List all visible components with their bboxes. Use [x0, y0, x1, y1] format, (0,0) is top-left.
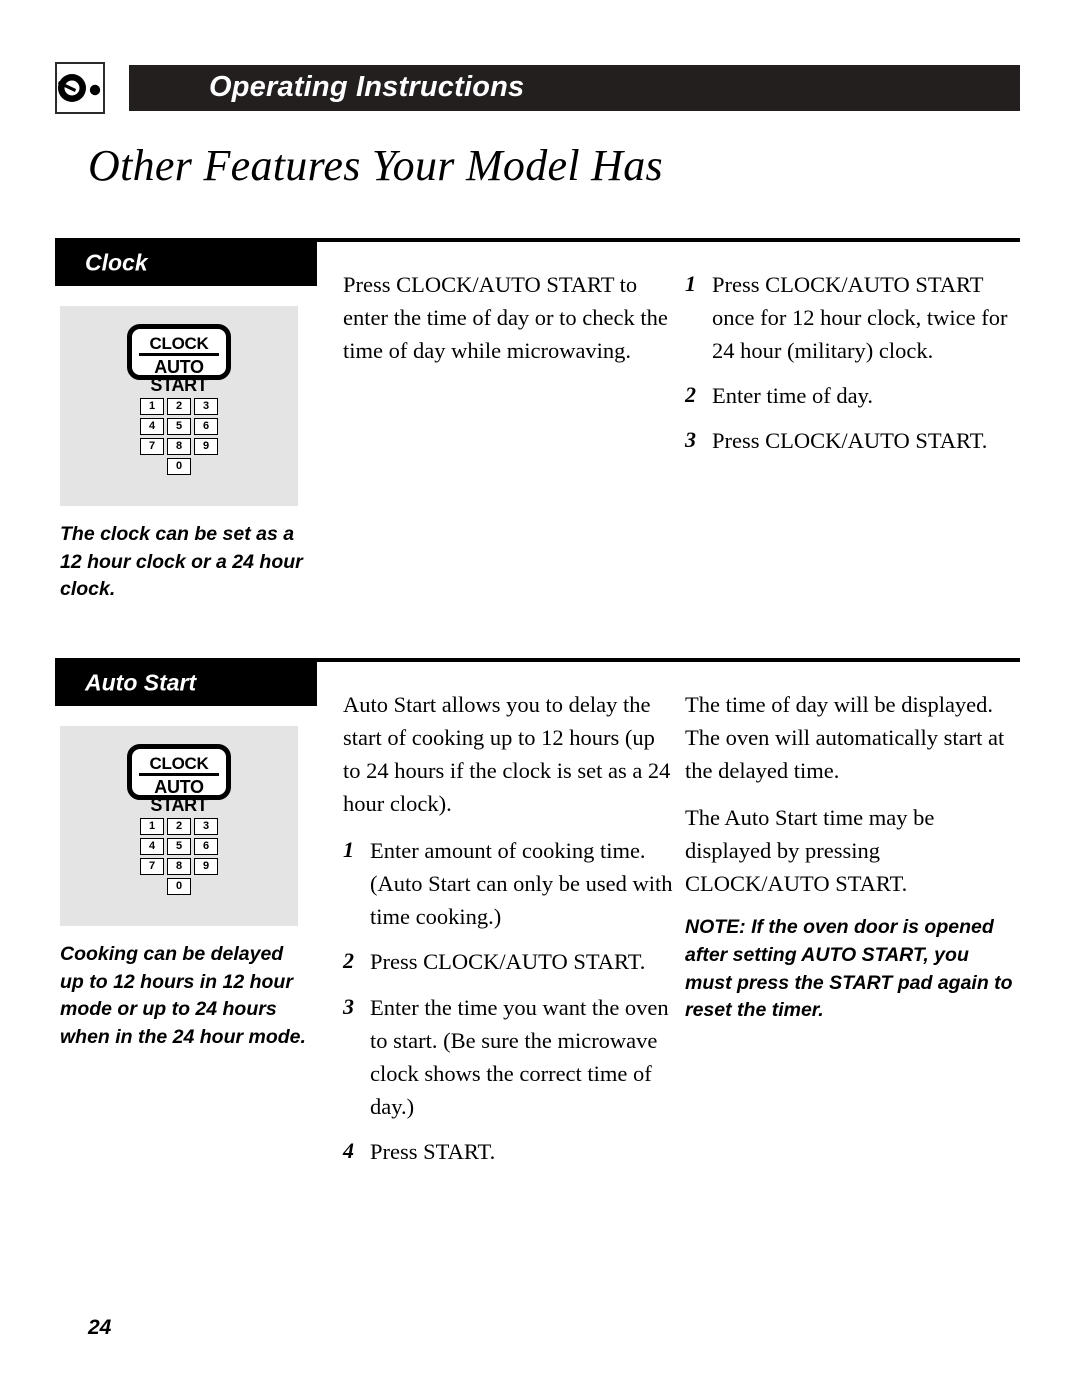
- step-number: 3: [343, 993, 354, 1019]
- step-item: 4 Press START.: [343, 1135, 673, 1168]
- key-0[interactable]: 0: [167, 458, 191, 475]
- column-middle-auto-start: Auto Start allows you to delay the start…: [343, 688, 673, 1168]
- keypad-row: 1 2 3: [140, 398, 218, 415]
- header-band-title: Operating Instructions: [209, 70, 525, 103]
- section-tab-label: Clock: [85, 249, 148, 276]
- key-6[interactable]: 6: [194, 838, 218, 855]
- step-list: 1 Enter amount of cooking time. (Auto St…: [343, 834, 673, 1168]
- step-number: 2: [685, 382, 696, 408]
- pad-divider: [139, 773, 219, 776]
- step-text: Enter time of day.: [712, 383, 873, 409]
- key-9[interactable]: 9: [194, 438, 218, 455]
- column-middle-clock: Press CLOCK/AUTO START to enter the time…: [343, 268, 673, 367]
- keypad-row: 1 2 3: [140, 818, 218, 835]
- side-caption-auto-start: Cooking can be delayed up to 12 hours in…: [60, 943, 306, 1049]
- step-item: 3 Press CLOCK/AUTO START.: [685, 424, 1020, 457]
- step-number: 4: [343, 1137, 354, 1163]
- key-2[interactable]: 2: [167, 398, 191, 415]
- section-auto-start: Auto Start CLOCK AUTO START 1 2 3 4 5 6: [55, 658, 1020, 1164]
- pad-divider: [139, 353, 219, 356]
- page-number: 24: [88, 1316, 112, 1339]
- step-text: Press CLOCK/AUTO START once for 12 hour …: [712, 272, 1008, 364]
- step-number: 3: [685, 427, 696, 453]
- key-5[interactable]: 5: [167, 418, 191, 435]
- number-keypad: 1 2 3 4 5 6 7 8 9 0: [140, 398, 218, 478]
- step-number: 1: [343, 837, 354, 863]
- key-1[interactable]: 1: [140, 398, 164, 415]
- section-clock: Clock CLOCK AUTO START 1 2 3 4 5 6 7 8 9…: [55, 238, 1020, 638]
- key-1[interactable]: 1: [140, 818, 164, 835]
- key-3[interactable]: 3: [194, 818, 218, 835]
- control-panel-figure-auto-start: CLOCK AUTO START 1 2 3 4 5 6 7 8 9 0: [60, 726, 298, 926]
- step-item: 1 Enter amount of cooking time. (Auto St…: [343, 834, 673, 933]
- keypad-row: 4 5 6: [140, 418, 218, 435]
- key-5[interactable]: 5: [167, 838, 191, 855]
- section-tab-label: Auto Start: [85, 669, 197, 696]
- key-0[interactable]: 0: [167, 878, 191, 895]
- step-text: Enter amount of cooking time. (Auto Star…: [370, 838, 673, 930]
- step-item: 2 Press CLOCK/AUTO START.: [343, 945, 673, 978]
- paragraph: Press CLOCK/AUTO START to enter the time…: [343, 272, 668, 364]
- step-item: 1 Press CLOCK/AUTO START once for 12 hou…: [685, 268, 1020, 367]
- control-knob-icon: [55, 62, 105, 114]
- note-callout: NOTE: If the oven door is opened after s…: [685, 916, 1013, 1022]
- manual-page: Operating Instructions Other Features Yo…: [0, 0, 1080, 1397]
- side-caption-clock: The clock can be set as a 12 hour clock …: [60, 523, 303, 601]
- control-panel-figure-clock: CLOCK AUTO START 1 2 3 4 5 6 7 8 9 0: [60, 306, 298, 506]
- key-4[interactable]: 4: [140, 838, 164, 855]
- clock-auto-start-pad[interactable]: CLOCK AUTO START: [127, 744, 231, 814]
- pad-label-auto-start: AUTO START: [150, 777, 208, 815]
- key-8[interactable]: 8: [167, 438, 191, 455]
- key-6[interactable]: 6: [194, 418, 218, 435]
- step-number: 2: [343, 948, 354, 974]
- pad-label-clock: CLOCK: [149, 334, 209, 353]
- step-text: Press CLOCK/AUTO START.: [712, 428, 988, 454]
- paragraph: The time of day will be displayed. The o…: [685, 692, 1005, 784]
- key-8[interactable]: 8: [167, 858, 191, 875]
- key-3[interactable]: 3: [194, 398, 218, 415]
- column-right-clock: 1 Press CLOCK/AUTO START once for 12 hou…: [685, 268, 1020, 457]
- paragraph: Auto Start allows you to delay the start…: [343, 692, 671, 817]
- step-text: Enter the time you want the oven to star…: [370, 994, 669, 1119]
- column-right-auto-start: The time of day will be displayed. The o…: [685, 688, 1020, 1025]
- keypad-row: 0: [140, 458, 218, 475]
- number-keypad: 1 2 3 4 5 6 7 8 9 0: [140, 818, 218, 898]
- page-header: Operating Instructions: [55, 62, 1020, 114]
- key-9[interactable]: 9: [194, 858, 218, 875]
- key-7[interactable]: 7: [140, 858, 164, 875]
- keypad-row: 7 8 9: [140, 858, 218, 875]
- step-number: 1: [685, 271, 696, 296]
- step-text: Press START.: [370, 1138, 496, 1164]
- step-item: 3 Enter the time you want the oven to st…: [343, 991, 673, 1123]
- clock-auto-start-pad[interactable]: CLOCK AUTO START: [127, 324, 231, 394]
- pad-label-auto-start: AUTO START: [150, 357, 208, 395]
- paragraph: The Auto Start time may be displayed by …: [685, 805, 935, 897]
- step-item: 2 Enter time of day.: [685, 379, 1020, 412]
- page-title: Other Features Your Model Has: [88, 141, 663, 190]
- header-band: Operating Instructions: [129, 65, 1020, 111]
- key-2[interactable]: 2: [167, 818, 191, 835]
- step-text: Press CLOCK/AUTO START.: [370, 949, 646, 975]
- section-tab-auto-start: Auto Start: [55, 662, 317, 706]
- keypad-row: 7 8 9: [140, 438, 218, 455]
- section-tab-clock: Clock: [55, 242, 317, 286]
- key-7[interactable]: 7: [140, 438, 164, 455]
- keypad-row: 0: [140, 878, 218, 895]
- step-list: 1 Press CLOCK/AUTO START once for 12 hou…: [685, 268, 1020, 457]
- pad-label-clock: CLOCK: [149, 754, 209, 773]
- key-4[interactable]: 4: [140, 418, 164, 435]
- keypad-row: 4 5 6: [140, 838, 218, 855]
